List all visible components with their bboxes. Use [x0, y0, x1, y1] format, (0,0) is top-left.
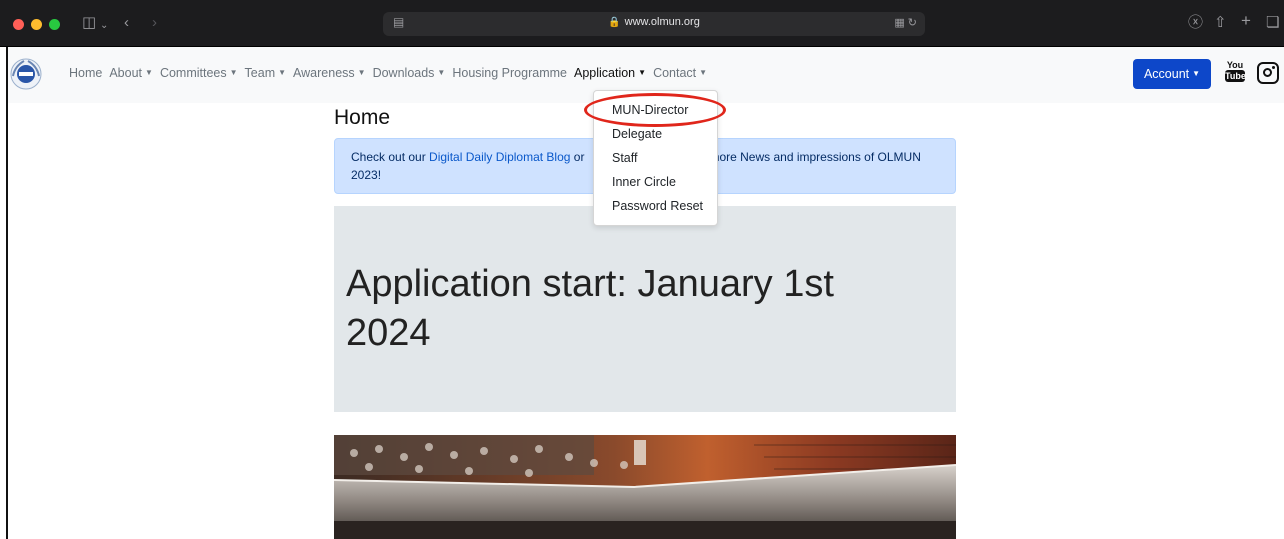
nav-item-team[interactable]: Team ▼ — [245, 66, 287, 80]
nav-item-label: Housing Programme — [452, 66, 567, 80]
nav-item-label: Committees — [159, 66, 227, 80]
address-bar[interactable]: ▤ 🔒 www.olmun.org ▦ ↻ — [383, 12, 925, 36]
minimize-window-button[interactable] — [31, 19, 42, 30]
zoom-window-button[interactable] — [49, 19, 60, 30]
dropdown-item-delegate[interactable]: Delegate — [612, 127, 662, 141]
url-text: www.olmun.org — [624, 16, 700, 28]
account-label: Account — [1143, 67, 1190, 81]
nav-item-home[interactable]: Home — [69, 66, 102, 80]
highlight-ring — [584, 93, 726, 127]
instagram-icon[interactable] — [1257, 62, 1279, 84]
caret-down-icon: ▼ — [229, 68, 238, 77]
nav-item-label: Downloads — [372, 66, 435, 80]
nav-item-committees[interactable]: Committees ▼ — [160, 66, 238, 80]
nav-item-label: Team — [244, 66, 276, 80]
forward-icon[interactable]: › — [152, 14, 157, 32]
nav-item-label: Contact — [653, 66, 697, 80]
window-edge — [6, 47, 8, 539]
youtube-icon[interactable]: You Tube — [1225, 60, 1246, 86]
close-window-button[interactable] — [13, 19, 24, 30]
caret-down-icon: ▼ — [1192, 69, 1201, 78]
alert-text-line2: 2023! — [351, 168, 382, 182]
nav-item-label: Home — [69, 66, 103, 80]
alert-text-middle: or — [570, 150, 585, 164]
lock-icon: 🔒 — [608, 17, 621, 28]
dropdown-item-staff[interactable]: Staff — [612, 151, 637, 165]
conference-hall-photo — [334, 435, 956, 539]
youtube-icon-top: You — [1226, 60, 1244, 70]
hero-image — [334, 435, 956, 539]
share-icon[interactable]: ⇧ — [1214, 14, 1227, 32]
nav-item-awareness[interactable]: Awareness ▼ — [293, 66, 366, 80]
caret-down-icon: ▼ — [145, 68, 153, 77]
nav-item-application[interactable]: Application ▼ — [574, 66, 646, 80]
caret-down-icon: ▼ — [437, 68, 446, 77]
caret-down-icon: ▼ — [278, 68, 287, 77]
nav-item-contact[interactable]: Contact ▼ — [653, 66, 707, 80]
tab-overview-icon[interactable]: ❏ — [1266, 14, 1279, 32]
page-title: Home — [334, 106, 391, 129]
youtube-icon-bottom: Tube — [1225, 70, 1246, 82]
dropdown-item-inner-circle[interactable]: Inner Circle — [612, 175, 676, 189]
caret-down-icon: ▼ — [638, 68, 647, 77]
account-dropdown-button[interactable]: Account ▼ — [1133, 59, 1211, 89]
main-nav: Home About ▼ Committees ▼ Team ▼ Awareness ▼ Down… — [69, 66, 714, 80]
nav-item-about[interactable]: About ▼ — [109, 66, 153, 80]
back-icon[interactable]: ‹ — [124, 14, 129, 32]
download-icon[interactable]: ⓧ — [1188, 14, 1203, 32]
new-tab-icon[interactable]: + — [1241, 12, 1251, 30]
translate-reload-icon[interactable]: ▦ ↻ — [894, 16, 917, 29]
nav-item-label: Awareness — [293, 66, 355, 80]
dropdown-item-password-reset[interactable]: Password Reset — [612, 199, 703, 213]
alert-text-prefix: Check out our — [351, 150, 430, 164]
blog-link[interactable]: Digital Daily Diplomat Blog — [429, 150, 570, 164]
sidebar-toggle-icon[interactable]: ◫ — [82, 14, 96, 32]
nav-item-housing-programme[interactable]: Housing Programme — [452, 66, 567, 80]
olmun-logo[interactable] — [10, 58, 42, 90]
caret-down-icon: ▼ — [357, 68, 366, 77]
browser-toolbar: ◫ ⌄ ‹ › ▤ 🔒 www.olmun.org ▦ ↻ ⓧ ⇧ + ❏ — [0, 0, 1284, 46]
chevron-down-icon[interactable]: ⌄ — [100, 17, 108, 35]
jumbotron: Application start: January 1st 2024 — [334, 206, 956, 412]
nav-item-label: About — [109, 66, 143, 80]
nav-item-downloads[interactable]: Downloads ▼ — [373, 66, 446, 80]
jumbotron-title: Application start: January 1st 2024 — [346, 263, 834, 354]
caret-down-icon: ▼ — [699, 68, 708, 77]
nav-item-label: Application — [573, 66, 636, 80]
